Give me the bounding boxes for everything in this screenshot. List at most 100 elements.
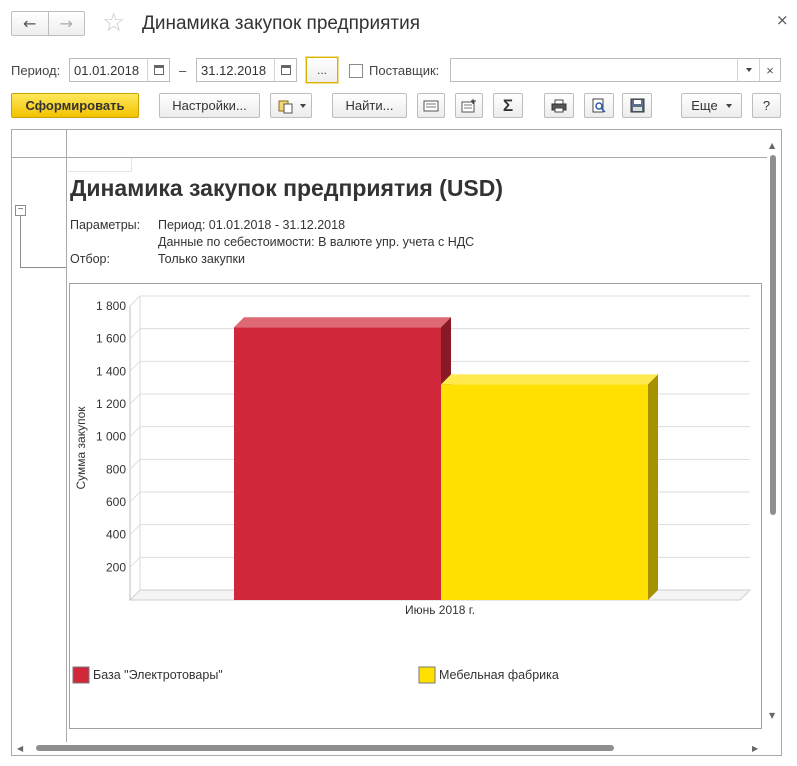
y-tick-label: 800 <box>106 462 126 476</box>
params-cost: Данные по себестоимости: В валюте упр. у… <box>158 235 475 249</box>
preview-button[interactable] <box>584 93 614 118</box>
legend-swatch <box>72 666 90 684</box>
nav-button-group: ← → <box>11 11 85 36</box>
find-button[interactable]: Найти... <box>332 93 407 118</box>
sigma-icon: Σ <box>502 95 514 115</box>
vertical-scrollbar-thumb[interactable] <box>770 155 776 515</box>
chevron-down-icon <box>745 68 752 72</box>
bar-top <box>441 374 658 385</box>
y-tick-label: 400 <box>106 528 126 542</box>
period-from-value: 01.01.2018 <box>74 62 140 78</box>
y-axis-label: Сумма закупок <box>74 406 88 490</box>
group-tree-line <box>20 216 21 267</box>
clear-icon: × <box>766 62 774 78</box>
collapse-groups-icon <box>423 100 439 111</box>
settings-label: Настройки... <box>172 98 247 113</box>
window-title: Динамика закупок предприятия <box>142 13 420 34</box>
chevron-down-icon <box>725 103 732 108</box>
params-period: Период: 01.01.2018 - 31.12.2018 <box>158 218 346 232</box>
y-tick-label: 600 <box>106 495 126 509</box>
filter-label: Отбор: <box>70 252 110 266</box>
back-button[interactable]: ← <box>12 12 48 35</box>
generate-label: Сформировать <box>25 98 125 113</box>
horizontal-scrollbar-thumb[interactable] <box>36 745 614 751</box>
gridline-diagonal <box>129 393 141 405</box>
floppy-disk-icon <box>630 98 644 113</box>
period-dash: – <box>179 63 187 78</box>
params-label: Параметры: <box>70 218 141 232</box>
y-tick-label: 1 400 <box>96 364 126 378</box>
collapse-group-icon[interactable]: − <box>15 205 26 216</box>
expand-groups-button[interactable] <box>455 93 483 118</box>
calendar-icon[interactable] <box>274 59 296 81</box>
period-to-value: 31.12.2018 <box>201 62 267 78</box>
gridline-diagonal <box>129 524 141 536</box>
printer-icon <box>551 99 567 112</box>
print-preview-icon <box>592 98 606 113</box>
report-variant-icon <box>278 100 292 113</box>
scroll-right-icon[interactable]: ▶ <box>752 744 758 753</box>
supplier-clear-button[interactable]: × <box>759 59 780 81</box>
save-button[interactable] <box>622 93 652 118</box>
supplier-checkbox[interactable] <box>349 64 363 78</box>
y-tick-label: 200 <box>106 560 126 574</box>
legend-label: База "Электротовары" <box>93 668 223 682</box>
legend-label: Мебельная фабрика <box>439 668 559 682</box>
forward-button[interactable]: → <box>47 12 85 35</box>
period-label: Период: <box>11 63 61 78</box>
forward-arrow-icon: → <box>59 14 73 33</box>
gridline-diagonal <box>129 360 141 372</box>
filter-value: Только закупки <box>158 252 245 266</box>
scroll-up-icon[interactable]: ▲ <box>769 141 775 150</box>
gridline-diagonal <box>129 426 141 438</box>
group-tree-line <box>20 267 66 268</box>
bar-chart: 200 400 600 800 1 000 1 200 1 400 1 600 1 800 Сум… <box>72 295 752 684</box>
y-tick-label: 1 600 <box>96 332 126 346</box>
scroll-left-icon[interactable]: ◀ <box>17 744 23 753</box>
chart-container: 200 400 600 800 1 000 1 200 1 400 1 600 1 800 Сум… <box>69 283 762 729</box>
more-button[interactable]: Еще <box>681 93 742 118</box>
gridline-diagonal <box>129 491 141 503</box>
find-label: Найти... <box>345 98 394 113</box>
variant-dropdown-button[interactable] <box>270 93 312 118</box>
gridline-diagonal <box>129 458 141 470</box>
close-icon[interactable]: × <box>776 11 789 29</box>
settings-button[interactable]: Настройки... <box>159 93 260 118</box>
y-tick-label: 1 000 <box>96 430 126 444</box>
supplier-dropdown-button[interactable] <box>737 59 759 81</box>
y-tick-label: 1 200 <box>96 397 126 411</box>
back-arrow-icon: ← <box>23 14 37 33</box>
period-to-field[interactable]: 31.12.2018 <box>196 58 297 82</box>
sum-button[interactable]: Σ <box>493 93 523 118</box>
bar-top <box>234 317 451 328</box>
period-from-field[interactable]: 01.01.2018 <box>69 58 170 82</box>
period-select-label: ... <box>316 63 327 77</box>
gridline-diagonal <box>129 556 141 568</box>
collapse-group-label: − <box>17 204 24 215</box>
supplier-label: Поставщик: <box>369 63 440 78</box>
help-label: ? <box>762 98 771 113</box>
x-category-label: Июнь 2018 г. <box>405 603 475 617</box>
supplier-input[interactable] <box>450 58 781 82</box>
chevron-down-icon <box>299 103 306 108</box>
scroll-down-icon[interactable]: ▼ <box>769 711 775 720</box>
legend-swatch <box>418 666 436 684</box>
gridline-diagonal <box>129 295 141 307</box>
report-group-divider <box>66 130 67 742</box>
bar-front <box>234 327 441 600</box>
report-cell-marker <box>68 158 132 172</box>
y-tick-label: 1 800 <box>96 299 126 313</box>
collapse-groups-button[interactable] <box>417 93 445 118</box>
more-label: Еще <box>691 98 718 113</box>
report-title: Динамика закупок предприятия (USD) <box>70 175 504 201</box>
print-button[interactable] <box>544 93 574 118</box>
gridline-diagonal <box>129 328 141 340</box>
bar-front <box>441 384 648 600</box>
generate-button[interactable]: Сформировать <box>11 93 139 118</box>
expand-groups-icon <box>461 98 476 112</box>
bar-side <box>648 374 658 600</box>
help-button[interactable]: ? <box>752 93 781 118</box>
period-select-button[interactable]: ... <box>305 56 339 84</box>
calendar-icon[interactable] <box>147 59 169 81</box>
favorite-star-icon[interactable]: ☆ <box>102 10 125 36</box>
